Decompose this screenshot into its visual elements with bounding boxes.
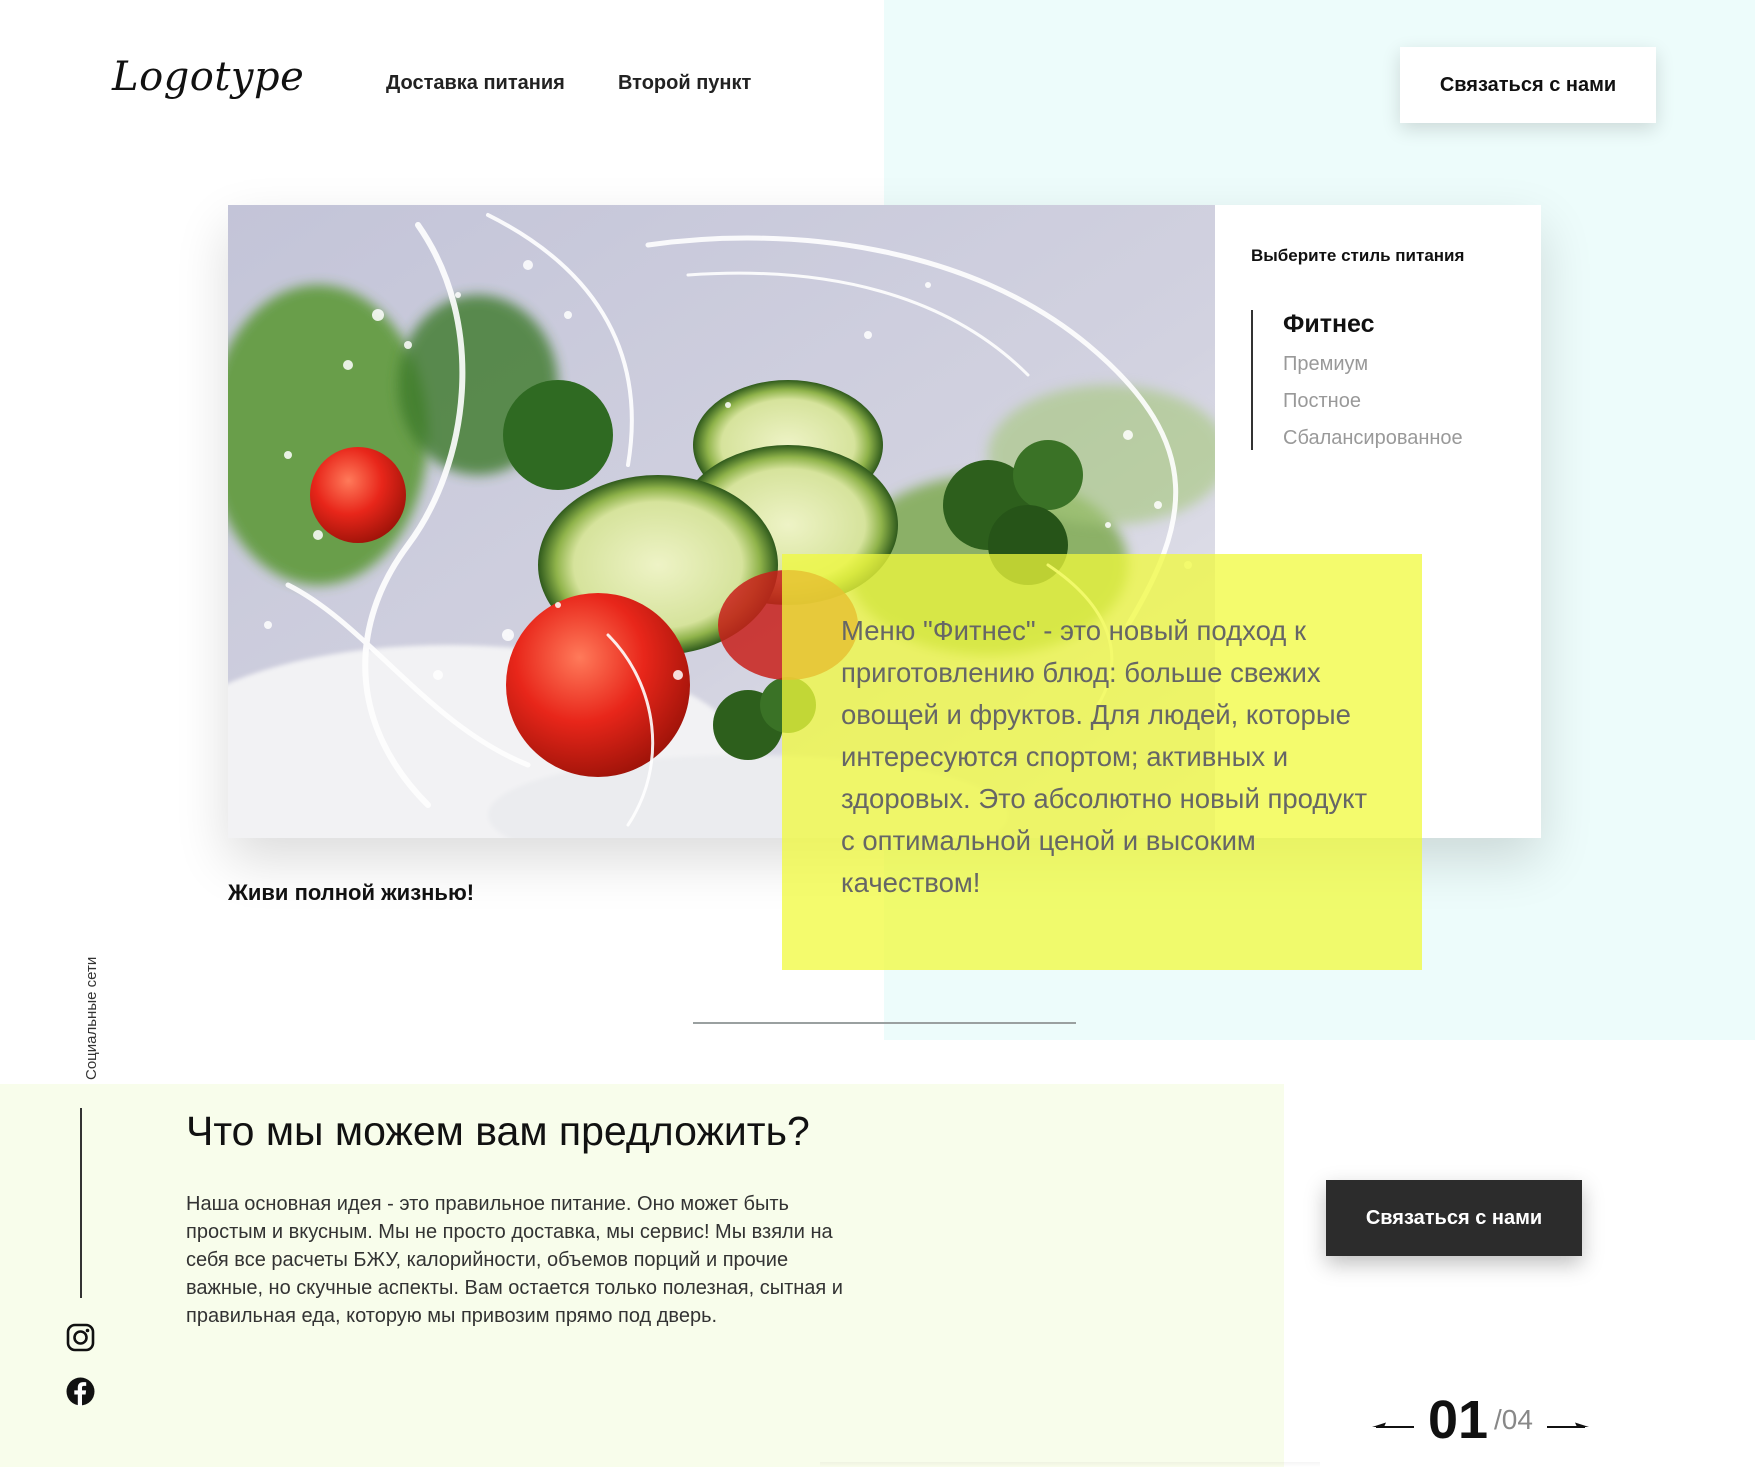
instagram-icon[interactable] (66, 1323, 95, 1352)
section-divider (693, 1022, 1076, 1024)
arrow-right-icon[interactable] (1545, 1420, 1589, 1438)
diet-style-fitness[interactable]: Фитнес (1283, 310, 1463, 338)
tagline: Живи полной жизнью! (228, 880, 475, 905)
pager-current: 01 (1428, 1390, 1489, 1450)
diet-style-premium[interactable]: Премиум (1283, 346, 1463, 383)
offer-title: Что мы можем вам предложить? (186, 1108, 810, 1154)
logo[interactable]: Logotype (112, 54, 304, 100)
fitness-description: Меню "Фитнес" - это новый подход к приго… (841, 615, 1368, 898)
offer-text: Наша основная идея - это правильное пита… (186, 1193, 843, 1327)
nav-link-label: Доставка питания (386, 72, 565, 94)
contact-button-header[interactable]: Связаться с нами (1400, 47, 1656, 123)
arrow-left-icon[interactable] (1372, 1420, 1416, 1438)
slide-pager: 01 /04 (1372, 1390, 1602, 1450)
contact-button-offer[interactable]: Связаться с нами (1326, 1180, 1582, 1256)
bottom-shadow (820, 1462, 1320, 1467)
social-label: Социальные сети (83, 956, 100, 1080)
nav-link-label: Второй пункт (618, 72, 752, 94)
pager-total: /04 (1494, 1404, 1533, 1435)
facebook-icon[interactable] (66, 1377, 95, 1406)
diet-style-balanced[interactable]: Сбалансированное (1283, 420, 1463, 457)
nav-link-delivery[interactable]: Доставка питания (376, 72, 573, 99)
diet-style-title: Выберите стиль питания (1251, 246, 1465, 265)
diet-style-lent[interactable]: Постное (1283, 383, 1463, 420)
social-divider-line (80, 1108, 82, 1298)
nav-link-second[interactable]: Второй пункт (608, 72, 760, 99)
diet-style-list: Фитнес Премиум Постное Сбалансированное (1251, 310, 1463, 450)
